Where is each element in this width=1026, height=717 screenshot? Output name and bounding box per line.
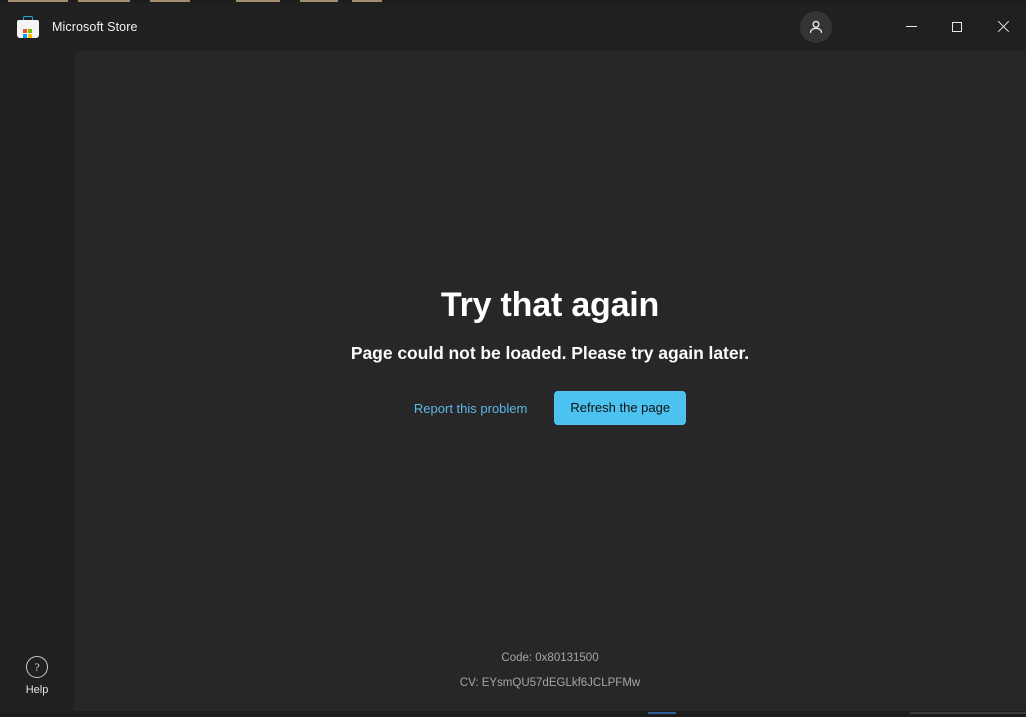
close-icon [997,21,1009,33]
sidebar-item-help-label: Help [25,684,49,696]
window-titlebar: Microsoft Store [0,3,1026,50]
diagnostics-block: Code: 0x80131500 CV: EYsmQU57dEGLkf6JCLP… [74,650,1026,693]
content-panel: Try that again Page could not be loaded.… [74,50,1026,714]
question-mark-circle-icon: ? [26,656,48,678]
store-icon-square-green [28,28,32,33]
sidebar-item-help[interactable]: ? Help [6,650,68,700]
microsoft-store-window: Microsoft Store ? Help Try that again Pa… [0,3,1026,714]
window-title: Microsoft Store [52,19,138,34]
navigation-sidebar: ? Help [0,50,74,714]
error-code-text: Code: 0x80131500 [501,651,599,664]
app-identity: Microsoft Store [0,3,138,50]
close-button[interactable] [980,3,1026,50]
bottom-edge-accent [648,712,676,714]
maximize-icon [952,21,962,32]
report-problem-link[interactable]: Report this problem [414,401,527,416]
account-avatar-button[interactable] [800,10,832,43]
error-subheading: Page could not be loaded. Please try aga… [350,343,750,364]
bottom-edge-highlight [910,712,1026,714]
error-state: Try that again Page could not be loaded.… [74,50,1026,714]
minimize-icon [905,26,917,27]
store-icon-bag [17,19,39,38]
store-icon-square-blue [23,33,27,38]
error-actions: Report this problem Refresh the page [414,391,687,426]
error-heading: Try that again [440,286,660,324]
maximize-button[interactable] [934,3,980,50]
error-cv-text: CV: EYsmQU57dEGLkf6JCLPFMw [459,676,641,689]
minimize-button[interactable] [888,3,934,50]
store-icon-square-red [23,28,27,33]
window-body: ? Help Try that again Page could not be … [0,50,1026,714]
microsoft-store-icon [17,15,39,38]
window-bottom-edge [0,711,1026,714]
refresh-page-button[interactable]: Refresh the page [554,391,687,426]
titlebar-controls [800,3,1026,50]
account-person-icon [809,20,823,33]
store-icon-square-yellow [28,33,32,38]
